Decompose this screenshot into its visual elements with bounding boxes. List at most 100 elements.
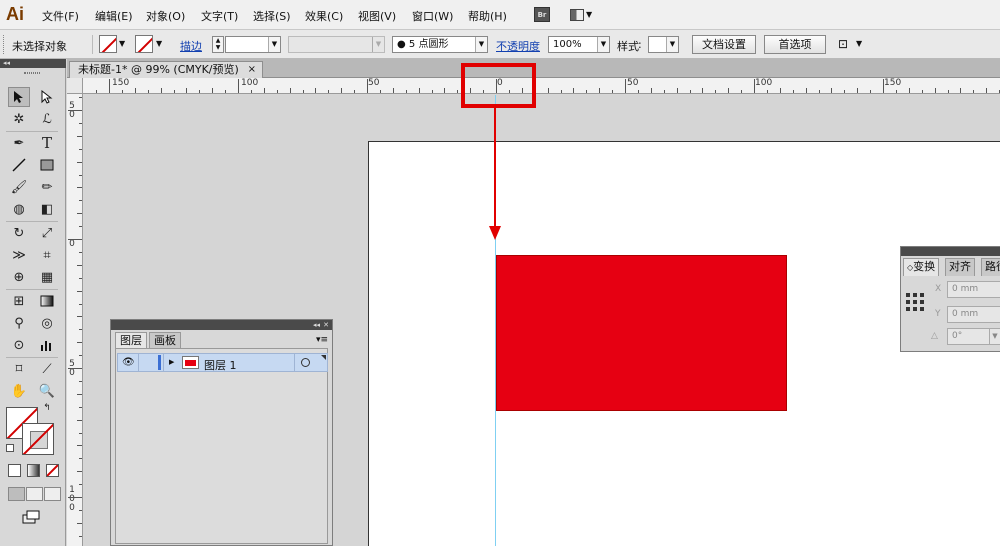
swap-arrow-icon[interactable]: ↰ xyxy=(40,401,54,415)
panel-grip[interactable] xyxy=(3,35,5,54)
ruler-origin[interactable] xyxy=(67,78,83,94)
rotate-angle-dropdown[interactable]: 0° ▼ xyxy=(947,328,1000,345)
y-field[interactable]: 0 mm xyxy=(947,306,1000,323)
stroke-color-swatch[interactable] xyxy=(22,423,54,455)
tab-artboards[interactable]: 画板 xyxy=(149,332,181,348)
chevron-down-icon[interactable]: ▼ xyxy=(119,39,125,48)
layer-name[interactable]: 图层 1 xyxy=(204,357,237,373)
scale-tool[interactable]: ⤢ xyxy=(36,223,58,243)
preferences-button[interactable]: 首选项 xyxy=(764,35,826,54)
bridge-button[interactable]: Br xyxy=(534,7,550,22)
color-mode-icon[interactable] xyxy=(8,464,21,477)
pencil-tool[interactable]: ✏ xyxy=(36,177,58,197)
gradient-mode-icon[interactable] xyxy=(27,464,40,477)
brush-dropdown[interactable]: ● 5 点圆形 ▼ xyxy=(392,36,488,53)
draw-inside-icon[interactable] xyxy=(44,487,61,501)
stroke-label-link[interactable]: 描边 xyxy=(180,38,202,54)
ruler-tick xyxy=(96,90,98,93)
symbol-sprayer-tool[interactable]: ⊙ xyxy=(8,335,30,355)
zoom-tool[interactable]: 🔍 xyxy=(36,381,58,401)
layers-panel-header[interactable]: ◂◂ ✕ xyxy=(111,320,332,330)
workspace-icon xyxy=(570,8,584,21)
stroke-weight-stepper[interactable]: ▲ ▼ xyxy=(212,36,224,53)
tab-transform[interactable]: ◇变换 xyxy=(903,258,940,276)
menu-type[interactable]: 文字(T) xyxy=(201,8,238,24)
tab-layers[interactable]: 图层 xyxy=(115,332,147,348)
ruler-tick xyxy=(715,90,717,93)
opacity-label-link[interactable]: 不透明度 xyxy=(496,38,540,54)
rotate-tool[interactable]: ↻ xyxy=(8,223,30,243)
eyedropper-tool[interactable]: ⚲ xyxy=(8,313,30,333)
tab-pathfinder[interactable]: 路径 xyxy=(981,258,1000,276)
arrange-documents-icon[interactable]: ⊡ xyxy=(838,37,848,51)
lasso-tool[interactable]: ℒ xyxy=(36,109,58,129)
x-field[interactable]: 0 mm xyxy=(947,281,1000,298)
menu-effect[interactable]: 效果(C) xyxy=(305,8,343,24)
chevron-down-icon[interactable]: ▼ xyxy=(156,39,162,48)
perspective-grid-tool[interactable]: ▦ xyxy=(36,267,58,287)
menu-object[interactable]: 对象(O) xyxy=(146,8,185,24)
screen-mode-icon[interactable] xyxy=(20,507,42,527)
document-tab[interactable]: 未标题-1* @ 99% (CMYK/预览) × xyxy=(69,61,263,78)
fill-swatch[interactable] xyxy=(99,35,117,53)
menu-view[interactable]: 视图(V) xyxy=(358,8,396,24)
panel-menu-icon[interactable]: ▾≡ xyxy=(316,335,328,345)
menu-edit[interactable]: 编辑(E) xyxy=(95,8,133,24)
style-dropdown[interactable]: ▼ xyxy=(648,36,679,53)
variable-width-dropdown[interactable]: ▼ xyxy=(288,36,385,53)
document-setup-button[interactable]: 文档设置 xyxy=(692,35,756,54)
menu-help[interactable]: 帮助(H) xyxy=(468,8,507,24)
transform-panel-header[interactable] xyxy=(901,247,1000,256)
vertical-ruler[interactable]: 5 0 0 5 0 1 0 0 xyxy=(67,94,83,546)
stroke-swatch[interactable] xyxy=(135,35,153,53)
tools-panel-header[interactable]: ◂◂ xyxy=(0,59,66,68)
chevron-down-icon[interactable]: ▼ xyxy=(856,39,862,48)
gradient-tool[interactable] xyxy=(36,291,58,311)
close-icon[interactable]: × xyxy=(248,62,256,77)
none-mode-icon[interactable] xyxy=(46,464,59,477)
artboard-tool[interactable]: ⌑ xyxy=(8,359,30,379)
panel-grip[interactable] xyxy=(24,72,40,74)
menu-file[interactable]: 文件(F) xyxy=(42,8,79,24)
ruler-tick xyxy=(560,90,562,93)
collapse-icon[interactable]: ◂◂ xyxy=(313,320,320,330)
close-icon[interactable]: ✕ xyxy=(323,320,329,330)
eraser-tool[interactable]: ◧ xyxy=(36,199,58,219)
column-graph-tool[interactable] xyxy=(36,335,58,355)
pen-tool[interactable]: ✒ xyxy=(8,133,30,153)
ruler-tick xyxy=(250,90,252,93)
direct-selection-tool[interactable] xyxy=(36,87,58,107)
target-circle-icon[interactable] xyxy=(301,358,310,367)
eye-icon[interactable]: 👁 xyxy=(122,357,135,368)
blob-brush-tool[interactable]: ◍ xyxy=(8,199,30,219)
red-rectangle[interactable] xyxy=(496,255,787,411)
workspace-switcher[interactable]: ▼ xyxy=(570,7,596,22)
paintbrush-tool[interactable]: 🖌 xyxy=(8,177,30,197)
ruler-tick xyxy=(354,90,356,93)
ruler-tick xyxy=(625,79,626,93)
bar-chart-icon xyxy=(41,341,51,351)
free-transform-tool[interactable]: ⌗ xyxy=(36,245,58,265)
hand-tool[interactable]: ✋ xyxy=(8,381,30,401)
default-colors-icon[interactable] xyxy=(6,444,14,452)
shape-builder-tool[interactable]: ⊕ xyxy=(8,267,30,287)
slice-tool[interactable]: ⟋ xyxy=(36,359,58,379)
line-tool[interactable] xyxy=(8,155,30,175)
tab-align[interactable]: 对齐 xyxy=(945,258,975,276)
draw-normal-icon[interactable] xyxy=(8,487,25,501)
draw-behind-icon[interactable] xyxy=(26,487,43,501)
rectangle-tool[interactable] xyxy=(36,155,58,175)
type-tool[interactable]: T xyxy=(36,133,58,153)
opacity-field[interactable]: 100% ▼ xyxy=(548,36,610,53)
layer-row[interactable]: 👁 ▶ 图层 1 xyxy=(117,353,328,372)
menu-window[interactable]: 窗口(W) xyxy=(412,8,453,24)
width-tool[interactable]: ≫ xyxy=(8,245,30,265)
magic-wand-tool[interactable]: ✲ xyxy=(8,109,30,129)
stroke-weight-field[interactable]: ▼ xyxy=(225,36,281,53)
expand-triangle-icon[interactable]: ▶ xyxy=(169,358,174,366)
blend-tool[interactable]: ◎ xyxy=(36,313,58,333)
reference-point-grid[interactable] xyxy=(906,293,924,311)
menu-select[interactable]: 选择(S) xyxy=(253,8,291,24)
mesh-tool[interactable]: ⊞ xyxy=(8,291,30,311)
selection-tool[interactable] xyxy=(8,87,30,107)
